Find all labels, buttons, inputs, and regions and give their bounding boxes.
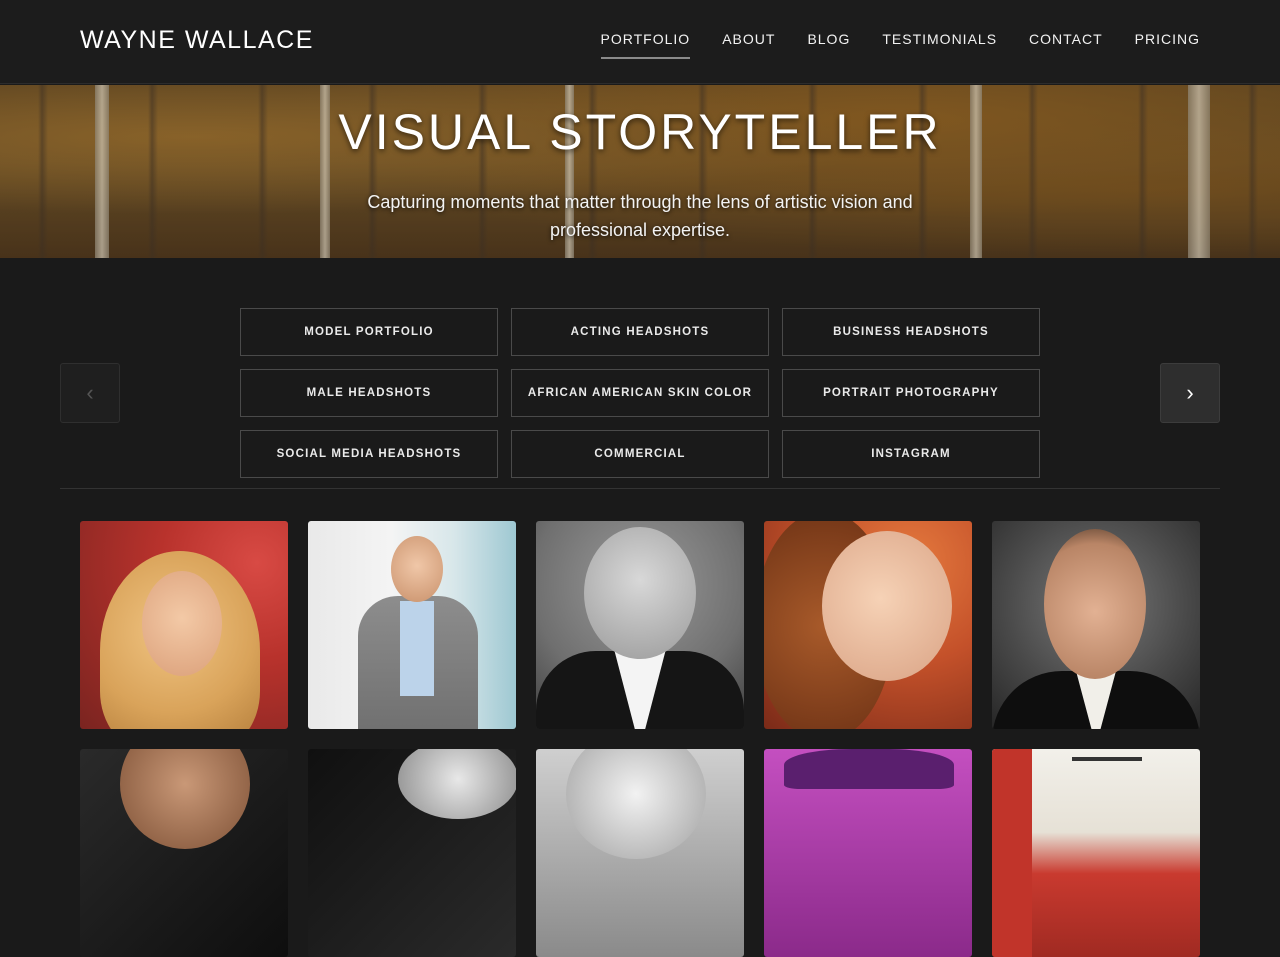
gallery-photo-blonde-woman-portrait[interactable]: [80, 521, 288, 729]
nav-contact[interactable]: CONTACT: [1029, 31, 1103, 59]
category-business-headshots[interactable]: BUSINESS HEADSHOTS: [782, 308, 1040, 356]
gallery-photo-man-portrait-dark[interactable]: [80, 749, 288, 957]
gallery-photo-gray-haired-man[interactable]: [536, 749, 744, 957]
hero-banner: VISUAL STORYTELLER Capturing moments tha…: [0, 85, 1280, 258]
nav-portfolio[interactable]: PORTFOLIO: [600, 31, 691, 59]
photo-gallery: [80, 521, 1200, 957]
gallery-photo-smiling-bald-man-bw[interactable]: [536, 521, 744, 729]
nav-about[interactable]: ABOUT: [722, 31, 775, 59]
gallery-photo-redhead-woman-closeup[interactable]: [764, 521, 972, 729]
gallery-photo-woman-purple-hat[interactable]: [764, 749, 972, 957]
category-instagram[interactable]: INSTAGRAM: [782, 430, 1040, 478]
category-male-headshots[interactable]: MALE HEADSHOTS: [240, 369, 498, 417]
site-logo[interactable]: WAYNE WALLACE: [80, 26, 314, 55]
category-portrait-photography[interactable]: PORTRAIT PHOTOGRAPHY: [782, 369, 1040, 417]
chevron-left-icon: ‹: [86, 380, 94, 405]
category-carousel: ‹ MODEL PORTFOLIO ACTING HEADSHOTS BUSIN…: [60, 258, 1220, 489]
carousel-next-button[interactable]: ›: [1160, 363, 1220, 423]
site-header: WAYNE WALLACE PORTFOLIO ABOUT BLOG TESTI…: [0, 0, 1280, 84]
gallery-photo-mustached-man-in-suit[interactable]: [992, 521, 1200, 729]
main-nav: PORTFOLIO ABOUT BLOG TESTIMONIALS CONTAC…: [600, 31, 1200, 59]
nav-blog[interactable]: BLOG: [807, 31, 850, 59]
category-grid: MODEL PORTFOLIO ACTING HEADSHOTS BUSINES…: [240, 308, 1040, 478]
category-social-media-headshots[interactable]: SOCIAL MEDIA HEADSHOTS: [240, 430, 498, 478]
hero-title: VISUAL STORYTELLER: [338, 104, 942, 160]
hero-subtitle: Capturing moments that matter through th…: [367, 192, 913, 240]
nav-pricing[interactable]: PRICING: [1135, 31, 1200, 59]
category-model-portfolio[interactable]: MODEL PORTFOLIO: [240, 308, 498, 356]
gallery-photo-man-in-gray-suit[interactable]: [308, 521, 516, 729]
category-acting-headshots[interactable]: ACTING HEADSHOTS: [511, 308, 769, 356]
carousel-prev-button[interactable]: ‹: [60, 363, 120, 423]
gallery-photo-interior-room-red-wall[interactable]: [992, 749, 1200, 957]
category-commercial[interactable]: COMMERCIAL: [511, 430, 769, 478]
category-african-american-skin-color[interactable]: AFRICAN AMERICAN SKIN COLOR: [511, 369, 769, 417]
gallery-photo-woman-portrait-bw[interactable]: [308, 749, 516, 957]
chevron-right-icon: ›: [1186, 380, 1194, 405]
nav-testimonials[interactable]: TESTIMONIALS: [882, 31, 997, 59]
